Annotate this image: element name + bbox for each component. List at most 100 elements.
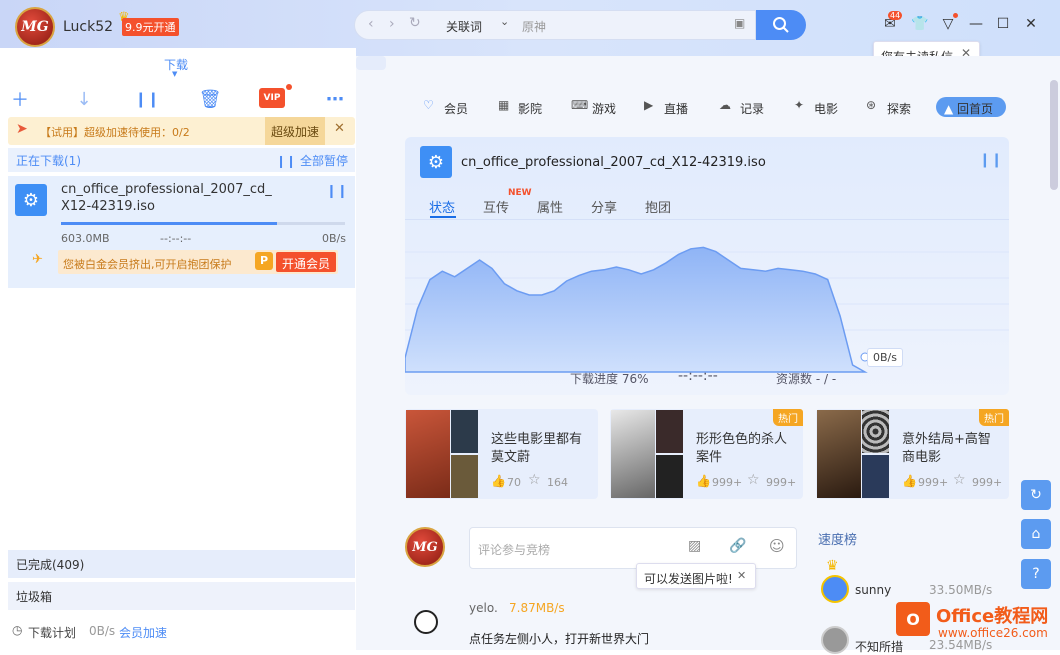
file-name-line: cn_office_professional_2007_cd_: [61, 182, 272, 197]
nav-cinema[interactable]: 影院: [518, 100, 542, 117]
file-gear-icon: ⚙: [15, 184, 47, 216]
vip-icon[interactable]: VIP: [259, 88, 285, 108]
home-back-button[interactable]: ▲ 回首页: [936, 97, 1006, 117]
link-icon[interactable]: 🔗: [729, 538, 746, 554]
progress-text: 下载进度 76%: [570, 372, 649, 386]
tab-share[interactable]: 分享: [591, 197, 617, 216]
maximize-button[interactable]: ☐: [993, 14, 1013, 34]
movie-poster: [817, 410, 861, 498]
tab-transfer[interactable]: 互传: [483, 197, 509, 216]
vip-open-badge[interactable]: 9.9元开通: [122, 18, 179, 36]
progress-track: [61, 222, 345, 225]
ranking-title: 速度榜: [818, 533, 858, 548]
tab-status-underline: [430, 216, 456, 218]
like-icon[interactable]: 👍: [902, 474, 917, 488]
nav-explore[interactable]: 探索: [887, 100, 911, 117]
movie-card[interactable]: 热门 形形色色的杀人 案件 👍 999+ ☆ 999+: [610, 409, 803, 499]
completed-row[interactable]: 已完成(409): [8, 550, 355, 578]
add-icon[interactable]: ＋: [9, 88, 31, 111]
movie-card[interactable]: 热门 意外结局+高智 商电影 👍 999+ ☆ 999+: [816, 409, 1009, 499]
nav-game[interactable]: 游戏: [592, 100, 616, 117]
downloading-label[interactable]: 正在下载(1): [16, 152, 81, 169]
speed-area: [405, 246, 868, 373]
screenshot-icon[interactable]: ▣: [734, 16, 745, 30]
forward-arrow-icon[interactable]: ›: [389, 16, 395, 32]
nav-live[interactable]: 直播: [664, 100, 688, 117]
trash-row[interactable]: 垃圾箱: [8, 582, 355, 610]
explore-icon: ⊛: [866, 98, 877, 112]
username[interactable]: Luck52: [63, 19, 113, 35]
pause-icon[interactable]: ❙❙: [134, 88, 159, 110]
movie-title-line: 形形色色的杀人: [696, 432, 788, 447]
chevron-down-icon[interactable]: ⌄: [500, 15, 509, 28]
p-icon: P: [255, 252, 273, 270]
comment-text: 点任务左侧小人，打开新世界大门: [469, 632, 650, 646]
alert-text: 【试用】超级加速待使用：0/2: [40, 126, 190, 139]
item-pause-icon[interactable]: ❙❙: [326, 184, 348, 199]
fav-count: 999+: [972, 476, 1003, 489]
tab-status[interactable]: 状态: [429, 197, 455, 216]
help-float-button[interactable]: ?: [1021, 559, 1051, 589]
file-speed: 0B/s: [322, 232, 346, 245]
like-count: 999+: [712, 476, 743, 489]
comment-user[interactable]: yelo.: [469, 601, 498, 615]
panda-avatar[interactable]: [414, 610, 438, 634]
close-button[interactable]: ✕: [1021, 14, 1041, 34]
current-speed-label: 0B/s: [867, 348, 903, 367]
refresh-icon[interactable]: ↻: [409, 15, 421, 31]
menu-dot: [953, 13, 958, 18]
movie-poster: [862, 410, 889, 453]
super-accel-button[interactable]: 超级加速: [265, 117, 325, 145]
home-float-button[interactable]: ⌂: [1021, 519, 1051, 549]
star-icon[interactable]: ☆: [528, 472, 541, 488]
more-icon[interactable]: ⋯: [324, 88, 346, 110]
like-icon[interactable]: 👍: [696, 474, 711, 488]
movie-title-line: 莫文蔚: [491, 450, 531, 465]
image-icon[interactable]: ▨: [688, 538, 701, 554]
user-avatar[interactable]: MG: [15, 7, 55, 47]
nav-movie[interactable]: 电影: [814, 100, 838, 117]
movie-title: 意外结局+高智 商电影: [902, 431, 991, 467]
search-button[interactable]: [756, 10, 806, 40]
movie-title-line: 案件: [696, 450, 723, 465]
minimize-button[interactable]: —: [966, 14, 986, 34]
rank-avatar: [821, 575, 849, 603]
nav-member[interactable]: 会员: [444, 100, 468, 117]
back-arrow-icon[interactable]: ‹: [368, 16, 374, 32]
watermark-brand: Office教程网: [936, 606, 1049, 627]
search-icon: [773, 17, 789, 33]
emoji-icon[interactable]: ☺: [769, 537, 785, 555]
pause-all-button[interactable]: ❙❙ 全部暂停: [276, 152, 348, 169]
movie-card[interactable]: 这些电影里都有 莫文蔚 👍 70 ☆ 164: [405, 409, 598, 499]
movie-title-line: 意外结局+高智: [902, 432, 991, 447]
schedule-link[interactable]: 下载计划: [28, 624, 76, 641]
refresh-float-button[interactable]: ↻: [1021, 480, 1051, 510]
movie-poster: [862, 455, 889, 498]
tab-properties[interactable]: 属性: [537, 197, 563, 216]
close-icon[interactable]: ✕: [334, 121, 345, 136]
watermark-url: www.office26.com: [938, 626, 1048, 640]
nav-record[interactable]: 记录: [740, 100, 764, 117]
search-input[interactable]: 原神: [522, 18, 546, 35]
member-accel-link[interactable]: 会员加速: [119, 624, 167, 641]
comment-avatar[interactable]: MG: [405, 527, 445, 567]
detail-pause-icon[interactable]: ❙❙: [979, 152, 1002, 168]
skin-icon[interactable]: 👕: [910, 14, 930, 34]
scrollbar[interactable]: [1050, 80, 1058, 190]
like-icon[interactable]: 👍: [491, 474, 506, 488]
browser-tab[interactable]: [356, 56, 386, 70]
open-member-button[interactable]: 开通会员: [276, 252, 336, 272]
game-icon: ⌨: [571, 98, 589, 112]
star-icon[interactable]: ☆: [747, 472, 760, 488]
tab-group[interactable]: 抱团: [645, 197, 671, 216]
file-name-line: X12-42319.iso: [61, 199, 155, 214]
rank-name: 不知所措: [855, 640, 904, 654]
delete-icon[interactable]: 🗑: [199, 88, 222, 110]
search-prefix: 关联词: [446, 20, 483, 34]
movie-poster: [611, 410, 655, 498]
progress-fill: [61, 222, 277, 225]
new-badge: NEW: [508, 188, 532, 198]
star-icon[interactable]: ☆: [953, 472, 966, 488]
close-icon[interactable]: ✕: [737, 569, 746, 582]
download-arrow-icon[interactable]: ↓: [73, 88, 95, 110]
